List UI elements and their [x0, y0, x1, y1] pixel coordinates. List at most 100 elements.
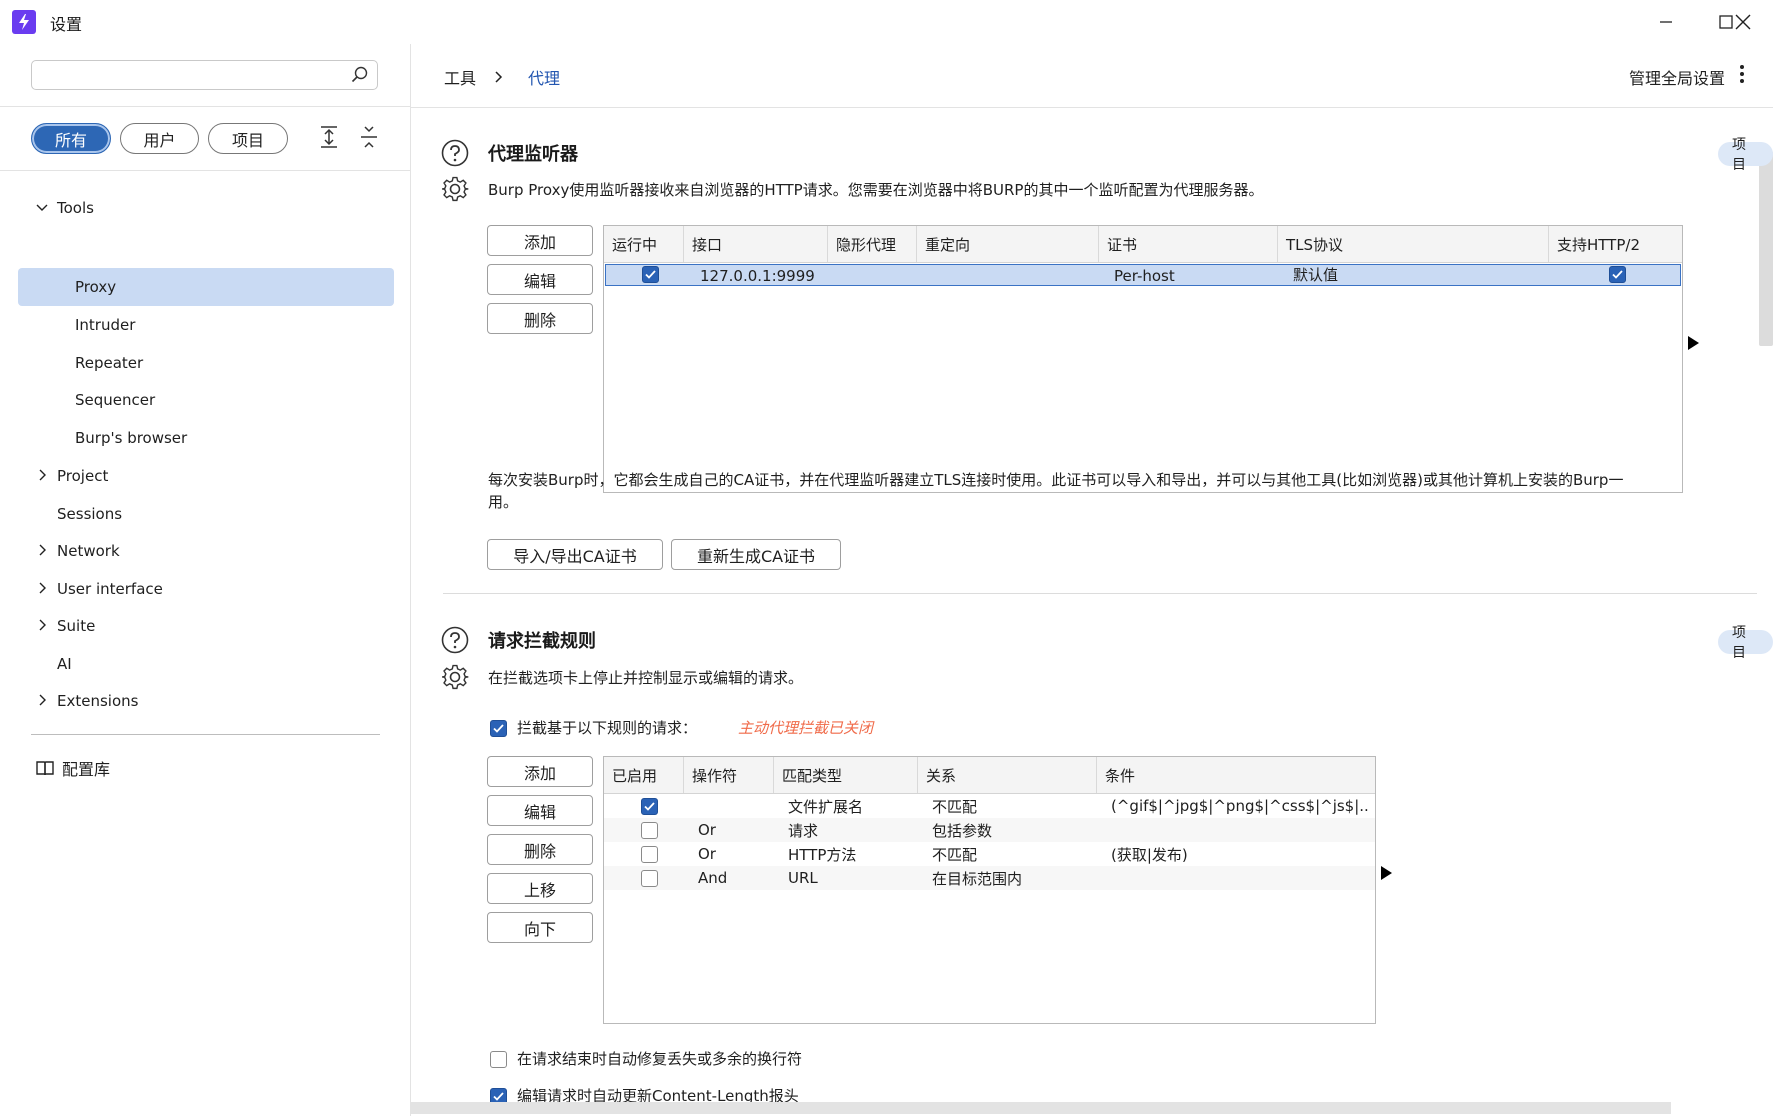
- move-up-button[interactable]: 上移: [487, 873, 593, 904]
- intercept-rules-description: 在拦截选项卡上停止并控制显示或编辑的请求。: [488, 669, 804, 687]
- tree-item-repeater[interactable]: Repeater: [18, 344, 394, 381]
- operator-cell: And: [698, 869, 728, 887]
- column-header[interactable]: 关系: [918, 757, 1097, 793]
- column-header[interactable]: 证书: [1099, 226, 1278, 262]
- breadcrumb-tools[interactable]: 工具: [444, 65, 476, 89]
- filter-project-button[interactable]: 项目: [208, 123, 288, 154]
- scroll-right-arrow-icon[interactable]: [1381, 866, 1392, 880]
- regenerate-ca-button[interactable]: 重新生成CA证书: [671, 539, 841, 570]
- gear-icon[interactable]: [441, 663, 469, 691]
- expand-all-icon[interactable]: [316, 124, 342, 150]
- chevron-right-icon[interactable]: [35, 468, 49, 482]
- horizontal-scrollbar[interactable]: [411, 1102, 1671, 1114]
- manage-global-settings-link[interactable]: 管理全局设置: [1629, 65, 1725, 89]
- divider: [0, 106, 410, 107]
- tree-item-intruder[interactable]: Intruder: [18, 306, 394, 343]
- tree-item-project[interactable]: Project: [16, 457, 393, 494]
- tree-item-network[interactable]: Network: [16, 532, 393, 569]
- proxy-listeners-title: 代理监听器: [488, 144, 578, 165]
- configuration-library-link[interactable]: 配置库: [36, 756, 110, 780]
- gear-icon[interactable]: [441, 175, 469, 203]
- help-icon[interactable]: [441, 626, 469, 654]
- fix-newlines-checkbox[interactable]: [490, 1051, 507, 1068]
- filter-user-button[interactable]: 用户: [120, 123, 199, 154]
- column-header[interactable]: 操作符: [684, 757, 774, 793]
- tls-cell: 默认值: [1293, 266, 1339, 284]
- tree-item-suite[interactable]: Suite: [16, 607, 393, 644]
- chevron-down-icon[interactable]: [35, 201, 49, 215]
- match-type-cell: HTTP方法: [788, 845, 857, 864]
- import-export-ca-button[interactable]: 导入/导出CA证书: [487, 539, 663, 570]
- more-options-icon[interactable]: [1739, 64, 1745, 84]
- match-type-cell: URL: [788, 869, 818, 887]
- tree-item-ai[interactable]: AI: [16, 645, 393, 682]
- search-input[interactable]: [40, 65, 344, 87]
- column-header[interactable]: 条件: [1097, 757, 1375, 793]
- minimize-button[interactable]: [1636, 0, 1696, 44]
- chevron-right-icon[interactable]: [35, 693, 49, 707]
- help-icon[interactable]: [441, 139, 469, 167]
- column-header[interactable]: 匹配类型: [774, 757, 918, 793]
- proxy-listeners-description: Burp Proxy使用监听器接收来自浏览器的HTTP请求。您需要在浏览器中将B…: [488, 181, 1264, 199]
- collapse-all-icon[interactable]: [356, 124, 382, 150]
- scroll-right-arrow-icon[interactable]: [1688, 336, 1699, 350]
- tree-item-user-interface[interactable]: User interface: [16, 570, 393, 607]
- table-row[interactable]: 127.0.0.1:9999 Per-host 默认值: [605, 264, 1681, 286]
- search-icon[interactable]: [351, 66, 369, 84]
- move-down-button[interactable]: 向下: [487, 912, 593, 943]
- divider: [0, 170, 410, 171]
- table-row[interactable]: Or HTTP方法 不匹配 (获取|发布): [604, 842, 1375, 866]
- chevron-right-icon[interactable]: [35, 618, 49, 632]
- tree-item-label: Extensions: [57, 691, 139, 710]
- column-header[interactable]: 支持HTTP/2: [1549, 226, 1682, 262]
- edit-listener-button[interactable]: 编辑: [487, 264, 593, 295]
- tree-item-proxy[interactable]: Proxy: [18, 268, 394, 306]
- tree-item-sessions[interactable]: Sessions: [16, 495, 393, 532]
- tree-item-label: Burp's browser: [75, 428, 188, 447]
- operator-cell: Or: [698, 845, 716, 863]
- filter-all-button[interactable]: 所有: [31, 123, 111, 154]
- add-listener-button[interactable]: 添加: [487, 225, 593, 256]
- tree-item-label: Project: [57, 466, 109, 485]
- rule-enabled-checkbox[interactable]: [641, 822, 658, 839]
- tree-item-tools[interactable]: Tools: [16, 189, 393, 226]
- search-box[interactable]: [31, 60, 378, 90]
- column-header[interactable]: 接口: [684, 226, 828, 262]
- library-label: 配置库: [62, 760, 111, 779]
- table-row[interactable]: Or 请求 包括参数: [604, 818, 1375, 842]
- remove-listener-button[interactable]: 删除: [487, 303, 593, 334]
- add-rule-button[interactable]: 添加: [487, 756, 593, 787]
- tree-item-burp-browser[interactable]: Burp's browser: [18, 419, 394, 456]
- table-row[interactable]: And URL 在目标范围内: [604, 866, 1375, 890]
- rule-enabled-checkbox[interactable]: [641, 870, 658, 887]
- column-header[interactable]: 隐形代理: [828, 226, 917, 262]
- breadcrumb-bar: 工具 代理 管理全局设置: [411, 44, 1773, 108]
- column-header[interactable]: 运行中: [604, 226, 684, 262]
- tree-item-sequencer[interactable]: Sequencer: [18, 381, 394, 418]
- rule-enabled-checkbox[interactable]: [641, 846, 658, 863]
- column-header[interactable]: 已启用: [604, 757, 684, 793]
- vertical-scrollbar[interactable]: [1759, 151, 1773, 346]
- table-row[interactable]: 文件扩展名 不匹配 (^gif$|^jpg$|^png$|^css$|^js$|…: [604, 794, 1375, 818]
- column-header[interactable]: TLS协议: [1278, 226, 1549, 262]
- edit-rule-button[interactable]: 编辑: [487, 795, 593, 826]
- interface-cell: 127.0.0.1:9999: [700, 266, 815, 285]
- tree-item-label: Suite: [57, 616, 96, 635]
- column-header[interactable]: 重定向: [917, 226, 1099, 262]
- tree-item-extensions[interactable]: Extensions: [16, 682, 393, 719]
- running-checkbox[interactable]: [642, 266, 659, 283]
- relationship-cell: 包括参数: [932, 821, 993, 840]
- http2-checkbox[interactable]: [1609, 266, 1626, 283]
- chevron-right-icon[interactable]: [35, 543, 49, 557]
- condition-cell: (获取|发布): [1111, 845, 1188, 864]
- table-header: 运行中 接口 隐形代理 重定向 证书 TLS协议 支持HTTP/2: [604, 226, 1682, 263]
- relationship-cell: 在目标范围内: [932, 869, 1023, 888]
- tree-item-label: Sequencer: [75, 390, 156, 409]
- close-button[interactable]: [1713, 0, 1773, 44]
- remove-rule-button[interactable]: 删除: [487, 834, 593, 865]
- intercept-enable-checkbox[interactable]: [490, 720, 507, 737]
- intercept-off-warning: 主动代理拦截已关闭: [738, 719, 874, 737]
- breadcrumb-proxy[interactable]: 代理: [528, 65, 560, 89]
- rule-enabled-checkbox[interactable]: [641, 798, 658, 815]
- chevron-right-icon[interactable]: [35, 581, 49, 595]
